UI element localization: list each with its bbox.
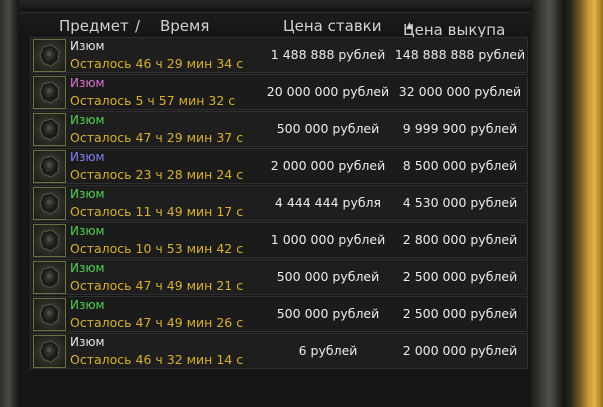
time-remaining: Осталось 10 ч 53 мин 42 с xyxy=(70,241,244,256)
table-header: Предмет / Время Цена ставки Цена выкупа ▲ xyxy=(19,12,531,39)
buyout-price: 8 500 000 рублей xyxy=(402,158,518,173)
item-name: Изюм xyxy=(70,298,105,312)
item-name: Изюм xyxy=(70,113,105,127)
time-remaining: Осталось 11 ч 49 мин 17 с xyxy=(70,204,244,219)
listing-row[interactable]: Изюм Осталось 11 ч 49 мин 17 с 4 444 444 р… xyxy=(30,185,528,221)
buyout-price: 2 800 000 рублей xyxy=(402,232,518,247)
bid-price: 6 рублей xyxy=(298,343,358,358)
listing-row[interactable]: Изюм Осталось 46 ч 32 мин 14 с 6 рублей 2 0… xyxy=(30,333,528,369)
buyout-price: 2 500 000 рублей xyxy=(402,269,518,284)
column-header-separator: / xyxy=(135,17,141,35)
listing-row[interactable]: Изюм Осталось 47 ч 49 мин 26 с 500 000 руб… xyxy=(30,296,528,332)
item-name: Изюм xyxy=(70,76,105,90)
time-remaining: Осталось 46 ч 32 мин 14 с xyxy=(70,352,244,367)
listing-row[interactable]: Изюм Осталось 10 ч 53 мин 42 с 1 000 000 р… xyxy=(30,222,528,258)
right-window-frame xyxy=(531,0,603,407)
bid-price: 500 000 рублей xyxy=(276,306,380,321)
item-name: Изюм xyxy=(70,187,105,201)
listing-row[interactable]: Изюм Осталось 47 ч 29 мин 37 с 500 000 руб… xyxy=(30,111,528,147)
item-name: Изюм xyxy=(70,224,105,238)
bid-price: 20 000 000 рублей xyxy=(266,84,390,99)
bid-price: 2 000 000 рублей xyxy=(270,158,386,173)
item-name: Изюм xyxy=(70,261,105,275)
bid-price: 1 488 888 рублей xyxy=(270,47,386,62)
time-remaining: Осталось 47 ч 49 мин 26 с xyxy=(70,315,244,330)
artifact-izyum-icon[interactable] xyxy=(33,187,66,220)
bid-price: 4 444 444 рубля xyxy=(274,195,382,210)
item-name: Изюм xyxy=(70,335,105,349)
artifact-izyum-icon[interactable] xyxy=(33,39,66,72)
bid-price: 500 000 рублей xyxy=(276,269,380,284)
time-remaining: Осталось 46 ч 29 мин 34 с xyxy=(70,56,244,71)
buyout-price: 9 999 900 рублей xyxy=(402,121,518,136)
listing-row[interactable]: Изюм Осталось 5 ч 57 мин 32 с 20 000 000 р… xyxy=(30,74,528,110)
bid-price: 1 000 000 рублей xyxy=(270,232,386,247)
artifact-izyum-icon[interactable] xyxy=(33,113,66,146)
left-window-frame xyxy=(0,0,20,407)
listing-row[interactable]: Изюм Осталось 46 ч 29 мин 34 с 1 488 888 р… xyxy=(30,37,528,73)
artifact-izyum-icon[interactable] xyxy=(33,76,66,109)
item-name: Изюм xyxy=(70,150,105,164)
buyout-price: 148 888 888 рублей xyxy=(394,47,526,62)
artifact-izyum-icon[interactable] xyxy=(33,335,66,368)
artifact-izyum-icon[interactable] xyxy=(33,261,66,294)
artifact-izyum-icon[interactable] xyxy=(33,224,66,257)
artifact-izyum-icon[interactable] xyxy=(33,150,66,183)
time-remaining: Осталось 47 ч 29 мин 37 с xyxy=(70,130,244,145)
buyout-price: 2 500 000 рублей xyxy=(402,306,518,321)
listing-row[interactable]: Изюм Осталось 23 ч 28 мин 24 с 2 000 000 р… xyxy=(30,148,528,184)
buyout-price: 4 530 000 рублей xyxy=(402,195,518,210)
item-name: Изюм xyxy=(70,39,105,53)
listing-row[interactable]: Изюм Осталось 47 ч 49 мин 21 с 500 000 руб… xyxy=(30,259,528,295)
time-remaining: Осталось 47 ч 49 мин 21 с xyxy=(70,278,244,293)
time-remaining: Осталось 5 ч 57 мин 32 с xyxy=(70,93,236,108)
artifact-izyum-icon[interactable] xyxy=(33,298,66,331)
buyout-price: 2 000 000 рублей xyxy=(402,343,518,358)
buyout-price: 32 000 000 рублей xyxy=(398,84,522,99)
column-header-item[interactable]: Предмет xyxy=(59,17,129,35)
sort-ascending-icon: ▲ xyxy=(406,21,413,31)
listing-rows: Изюм Осталось 46 ч 29 мин 34 с 1 488 888 р… xyxy=(30,37,528,370)
column-header-time[interactable]: Время xyxy=(160,17,209,35)
time-remaining: Осталось 23 ч 28 мин 24 с xyxy=(70,167,244,182)
auction-listing-panel: Предмет / Время Цена ставки Цена выкупа ▲… xyxy=(19,8,531,407)
column-header-bid-price[interactable]: Цена ставки xyxy=(283,17,381,35)
bid-price: 500 000 рублей xyxy=(276,121,380,136)
